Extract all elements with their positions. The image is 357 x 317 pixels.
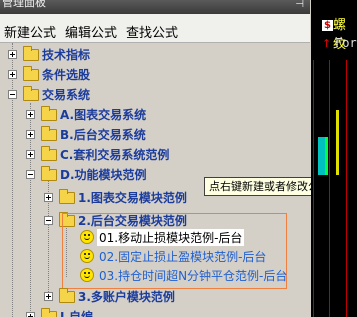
chart-bar	[336, 110, 339, 175]
chart-line	[346, 60, 347, 317]
tree-node-function-modules[interactable]: D.功能模块范例	[60, 166, 147, 183]
expand-toggle[interactable]	[8, 70, 17, 79]
menu-find-formula[interactable]: 查找公式	[126, 22, 178, 41]
expand-toggle[interactable]	[26, 110, 35, 119]
expand-toggle[interactable]	[44, 292, 53, 301]
folder-icon	[23, 46, 39, 61]
expand-toggle[interactable]	[8, 50, 17, 59]
expand-toggle[interactable]	[26, 312, 35, 317]
collapse-toggle[interactable]	[8, 90, 17, 99]
chart-subtitle: For	[335, 36, 357, 50]
folder-icon	[23, 66, 39, 81]
menu-edit-formula[interactable]: 编辑公式	[65, 22, 117, 41]
tree-node-backend-trading[interactable]: B.后台交易系统	[60, 126, 146, 143]
tree-node-tech-indicators[interactable]: 技术指标	[42, 46, 90, 63]
folder-icon	[59, 189, 75, 204]
tree-node-multi-account-examples[interactable]: 3.多账户模块范例	[78, 288, 175, 305]
folder-icon	[41, 126, 57, 141]
menu-bar: 新建公式 编辑公式 查找公式	[0, 14, 310, 43]
expand-toggle[interactable]	[44, 193, 53, 202]
collapse-toggle[interactable]	[26, 170, 35, 179]
tree-node-stock-selection[interactable]: 条件选股	[42, 66, 90, 83]
chart-bar	[325, 137, 328, 175]
smiley-formula-icon	[80, 268, 94, 282]
chart-line	[313, 60, 314, 317]
folder-icon	[41, 308, 57, 317]
chart-line	[329, 60, 330, 317]
panel-title: 管理面板	[2, 0, 46, 9]
folder-icon	[59, 288, 75, 303]
tree-node-holding-time-close[interactable]: 03.持仓时间超N分钟平仓范例-后台	[99, 267, 287, 284]
collapse-toggle[interactable]	[44, 216, 53, 225]
folder-icon	[41, 106, 57, 121]
folder-icon	[41, 146, 57, 161]
up-arrow-icon: ↑	[322, 37, 332, 50]
tree-node-chart-trading[interactable]: A.图表交易系统	[60, 106, 146, 123]
tree-node-trading-systems[interactable]: 交易系统	[42, 86, 90, 103]
folder-icon	[41, 166, 57, 181]
smiley-formula-icon	[80, 230, 94, 244]
tree-node-arbitrage-examples[interactable]: C.套利交易系统范例	[60, 146, 169, 163]
tree-node-fixed-stop[interactable]: 02.固定止损止盈模块范例-后台	[99, 248, 266, 265]
expand-toggle[interactable]	[26, 130, 35, 139]
dollar-icon: $	[322, 20, 333, 31]
smiley-formula-icon	[80, 249, 94, 263]
tree-line	[12, 43, 13, 317]
folder-icon	[23, 86, 39, 101]
panel-title-bar: 管理面板 ⊣	[0, 0, 310, 14]
menu-new-formula[interactable]: 新建公式	[4, 22, 56, 41]
chart-strip: $ 螺纹 ↑ For	[311, 0, 357, 317]
tree-node-custom[interactable]: I.自编	[60, 308, 93, 317]
tree-node-trailing-stop[interactable]: 01.移动止损模块范例-后台	[97, 229, 245, 246]
chart-bar	[318, 137, 325, 175]
tree-node-chart-module-examples[interactable]: 1.图表交易模块范例	[78, 189, 187, 206]
expand-toggle[interactable]	[26, 150, 35, 159]
pin-icon[interactable]: ⊣	[295, 0, 304, 11]
